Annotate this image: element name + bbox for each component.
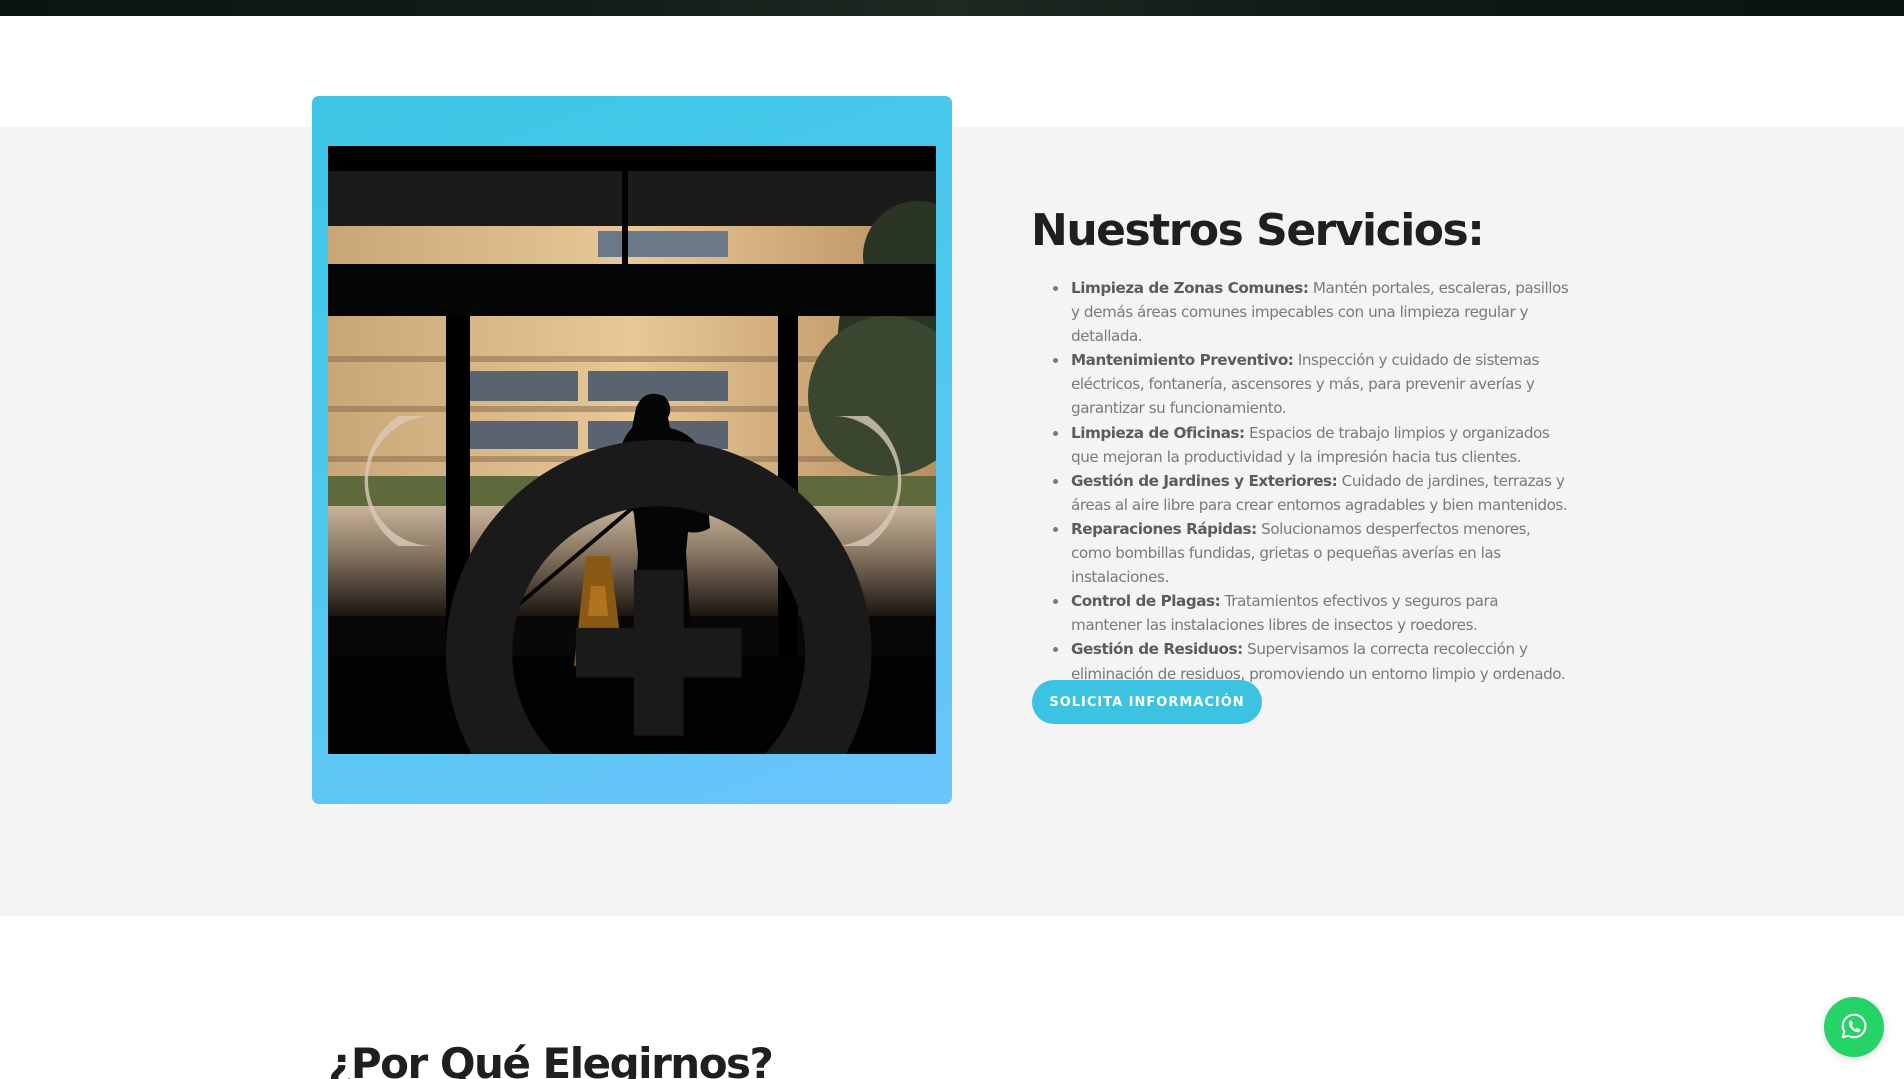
services-heading: Nuestros Servicios: xyxy=(1031,205,1485,256)
service-name: Limpieza de Oficinas: xyxy=(1071,423,1245,442)
services-section-background xyxy=(0,127,1904,916)
service-name: Mantenimiento Preventivo: xyxy=(1071,351,1294,370)
service-name: Limpieza de Zonas Comunes: xyxy=(1071,279,1309,297)
request-info-button[interactable]: SOLICITA INFORMACIÓN xyxy=(1032,680,1262,724)
service-name: Reparaciones Rápidas: xyxy=(1071,519,1257,538)
list-item: Reparaciones Rápidas: Solucionamos despe… xyxy=(1053,517,1571,589)
whatsapp-chat-button[interactable] xyxy=(1824,997,1884,1057)
list-item: Gestión de Residuos: Supervisamos la cor… xyxy=(1053,637,1571,685)
list-item: Limpieza de Oficinas: Espacios de trabaj… xyxy=(1053,421,1571,469)
why-choose-us-heading: ¿Por Qué Elegirnos? xyxy=(328,1039,774,1079)
list-item: Gestión de Jardines y Exteriores: Cuidad… xyxy=(1053,469,1571,517)
services-photo[interactable] xyxy=(328,146,936,754)
page: Nuestros Servicios: Limpieza de Zonas Co… xyxy=(0,0,1904,1079)
service-name: Control de Plagas: xyxy=(1071,592,1221,611)
zoom-in-icon[interactable] xyxy=(410,404,872,754)
services-image-card xyxy=(312,96,952,804)
services-list: Limpieza de Zonas Comunes: Mantén portal… xyxy=(1053,276,1571,686)
hero-image-strip xyxy=(0,0,1904,16)
whatsapp-icon xyxy=(1839,1011,1869,1044)
list-item: Limpieza de Zonas Comunes: Mantén portal… xyxy=(1053,276,1571,348)
service-name: Gestión de Residuos: xyxy=(1071,640,1243,659)
list-item: Control de Plagas: Tratamientos efectivo… xyxy=(1053,589,1571,637)
list-item: Mantenimiento Preventivo: Inspección y c… xyxy=(1053,348,1571,420)
service-name: Gestión de Jardines y Exteriores: xyxy=(1071,471,1338,490)
